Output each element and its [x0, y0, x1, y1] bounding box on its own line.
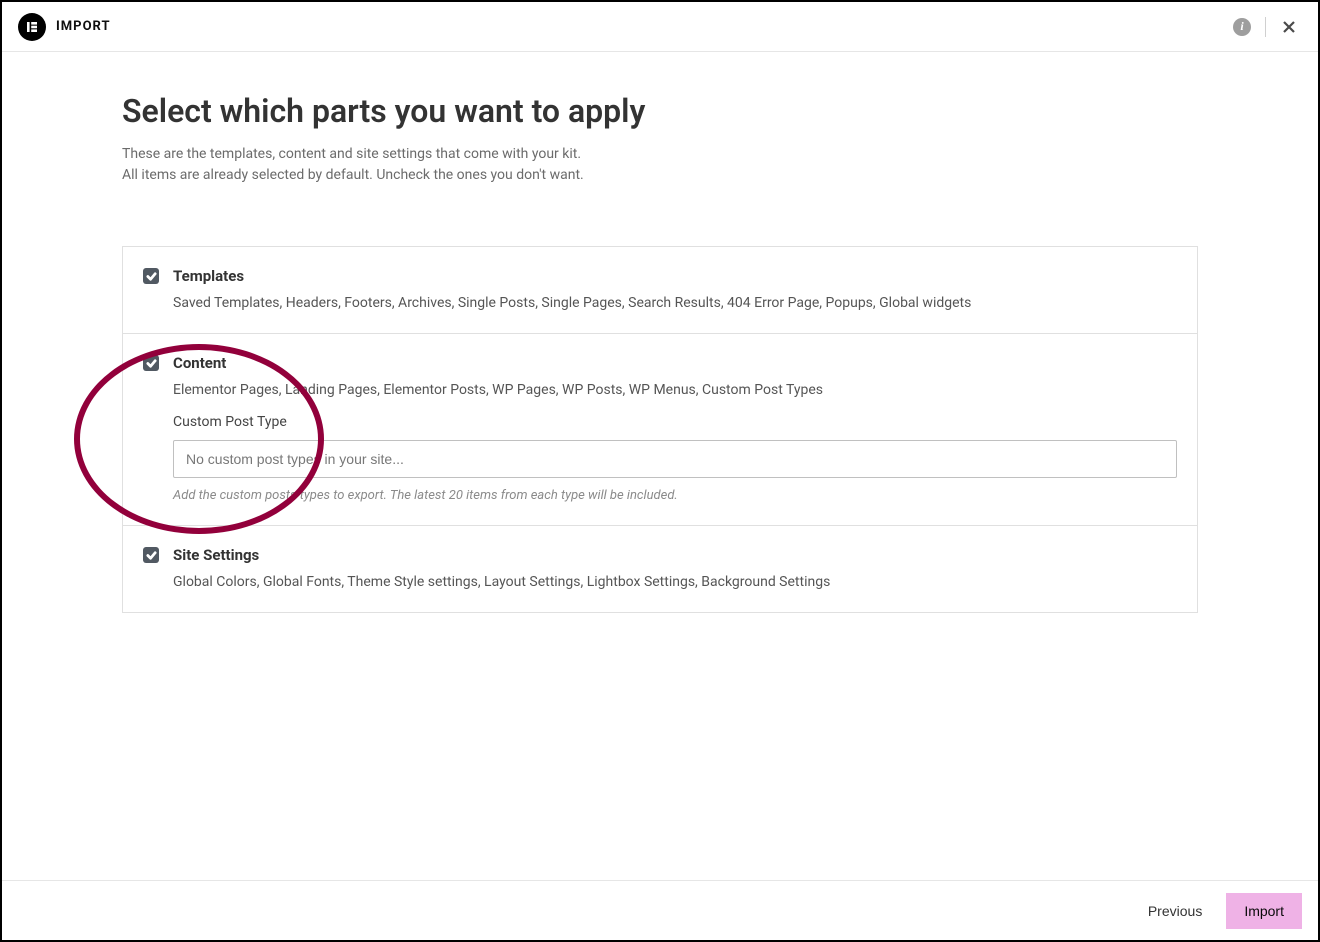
- checkbox-templates[interactable]: [143, 268, 159, 284]
- topbar: IMPORT i: [2, 2, 1318, 52]
- section-sub-templates: Saved Templates, Headers, Footers, Archi…: [143, 295, 1177, 311]
- page-desc-line2: All items are already selected by defaul…: [122, 167, 584, 183]
- section-sub-content: Elementor Pages, Landing Pages, Elemento…: [143, 382, 1177, 398]
- section-title-content: Content: [173, 354, 226, 372]
- cpt-label: Custom Post Type: [143, 414, 1177, 430]
- previous-button[interactable]: Previous: [1142, 895, 1208, 927]
- import-dialog: IMPORT i Select which parts you want to …: [0, 0, 1320, 942]
- section-content: Content Elementor Pages, Landing Pages, …: [123, 334, 1197, 526]
- info-icon[interactable]: i: [1233, 18, 1251, 36]
- divider: [1265, 17, 1266, 37]
- import-button[interactable]: Import: [1226, 893, 1302, 929]
- elementor-logo-icon: [18, 13, 46, 41]
- checkbox-content[interactable]: [143, 355, 159, 371]
- section-site-settings: Site Settings Global Colors, Global Font…: [123, 526, 1197, 612]
- custom-post-type-input[interactable]: [173, 440, 1177, 478]
- page-desc-line1: These are the templates, content and sit…: [122, 146, 581, 162]
- checkbox-site-settings[interactable]: [143, 547, 159, 563]
- section-title-settings: Site Settings: [173, 546, 259, 564]
- topbar-left: IMPORT: [18, 13, 111, 41]
- section-sub-settings: Global Colors, Global Fonts, Theme Style…: [143, 574, 1177, 590]
- topbar-right: i: [1233, 17, 1298, 37]
- footer: Previous Import: [2, 880, 1318, 940]
- cpt-hint: Add the custom posts types to export. Th…: [143, 488, 1177, 503]
- section-templates: Templates Saved Templates, Headers, Foot…: [123, 247, 1197, 334]
- page-title: Select which parts you want to apply: [122, 92, 1198, 130]
- topbar-title: IMPORT: [56, 19, 111, 34]
- options-panel: Templates Saved Templates, Headers, Foot…: [122, 246, 1198, 613]
- content-area: Select which parts you want to apply The…: [2, 52, 1318, 880]
- section-title-templates: Templates: [173, 267, 244, 285]
- close-icon[interactable]: [1280, 18, 1298, 36]
- page-description: These are the templates, content and sit…: [122, 144, 1198, 186]
